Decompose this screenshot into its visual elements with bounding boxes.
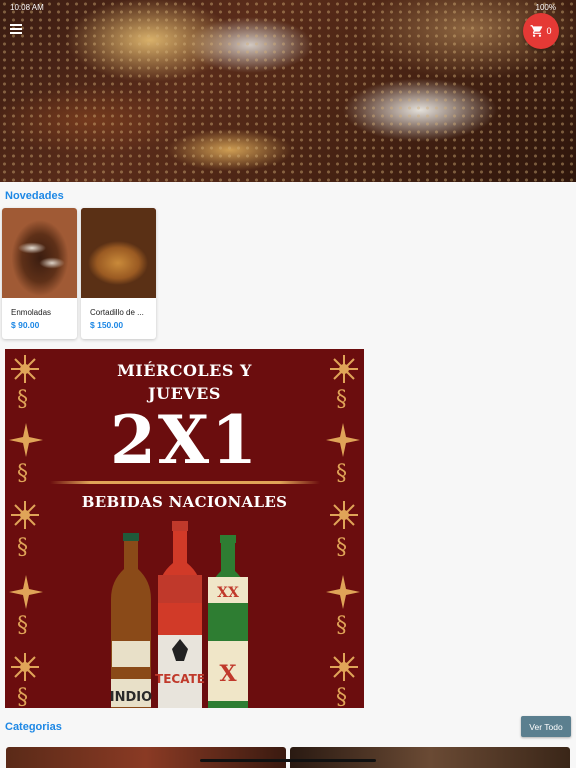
product-card[interactable]: Enmoladas $ 90.00 (2, 208, 77, 339)
swirl-ornament-icon: § (17, 613, 28, 638)
home-indicator (200, 759, 376, 762)
sun-ornament-icon (330, 653, 358, 681)
category-tile[interactable] (6, 747, 286, 768)
star-ornament-icon (9, 575, 43, 609)
swirl-ornament-icon: § (17, 685, 28, 708)
dos-equis-bottle-image: XX X (208, 535, 248, 708)
promo-banner[interactable]: § § § § § § § § § § MIÉRCOLES Y JUEVES 2… (5, 349, 364, 708)
swirl-ornament-icon: § (336, 613, 347, 638)
status-time: 10:08 AM (10, 3, 44, 12)
hero-texture (0, 0, 576, 182)
categorias-title: Categorias (5, 721, 62, 733)
category-tile[interactable] (290, 747, 570, 768)
ver-todo-button[interactable]: Ver Todo (521, 716, 571, 737)
swirl-ornament-icon: § (17, 535, 28, 560)
status-battery: 100% (535, 3, 556, 12)
sun-ornament-icon (11, 653, 39, 681)
novedades-title: Novedades (5, 190, 64, 202)
promo-line-1: MIÉRCOLES Y (117, 361, 252, 380)
cart-button[interactable]: 0 (523, 13, 559, 49)
cart-icon (531, 25, 543, 37)
swirl-ornament-icon: § (336, 535, 347, 560)
product-name: Cortadillo de ... (90, 308, 144, 317)
promo-subtitle: BEBIDAS NACIONALES (81, 493, 288, 511)
indio-bottle-image: INDIO (110, 533, 152, 708)
svg-text:X: X (219, 661, 237, 687)
product-image (2, 208, 77, 298)
product-name: Enmoladas (11, 308, 52, 317)
hero-food-image: 10:08 AM 100% (0, 0, 576, 182)
bottle-label: XX (217, 585, 239, 601)
product-card[interactable]: Cortadillo de ... $ 150.00 (81, 208, 156, 339)
bottle-label: TECATE (155, 672, 205, 686)
promo-headline: 2X1 (109, 401, 260, 479)
swirl-ornament-icon: § (336, 685, 347, 708)
star-ornament-icon (326, 575, 360, 609)
bottle-label: INDIO (110, 690, 152, 705)
tecate-bottle-image: TECATE (155, 521, 205, 708)
hamburger-menu-icon[interactable] (10, 24, 22, 34)
promo-divider (50, 481, 320, 484)
cart-count: 0 (546, 26, 552, 36)
product-price: $ 90.00 (11, 320, 40, 330)
product-image (81, 208, 156, 298)
product-price: $ 150.00 (90, 320, 124, 330)
